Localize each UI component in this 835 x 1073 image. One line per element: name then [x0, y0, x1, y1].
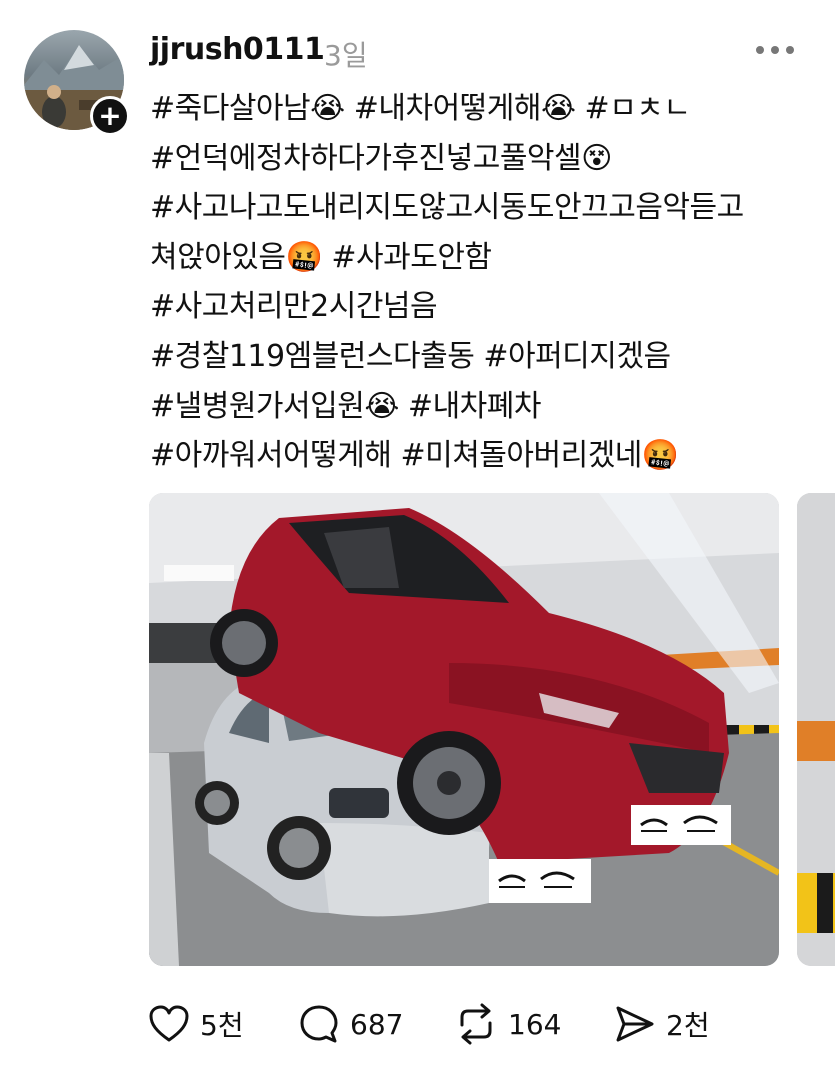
post-text-line: #언덕에정차하다가후진넣고풀악셀😵: [150, 140, 612, 176]
post-text-line: #낼병원가서입원😭 #내차폐차: [150, 388, 541, 424]
post-text-line: #경찰119엠블런스다출동 #아퍼디지겠음: [150, 338, 671, 374]
like-count: 5천: [200, 1009, 244, 1042]
like-button[interactable]: 5천: [148, 1000, 244, 1048]
comment-button[interactable]: 687: [298, 1000, 403, 1048]
avatar-container[interactable]: +: [24, 30, 130, 136]
action-bar: 5천 687 164 2천: [148, 1000, 768, 1048]
post-text-line: #죽다살아남😭 #내차어떻게해😭 #ㅁㅊㄴ: [150, 91, 691, 126]
follow-plus-icon[interactable]: +: [90, 96, 130, 136]
post-timestamp: 3일: [324, 39, 368, 72]
heart-icon: [149, 1005, 189, 1042]
repost-icon: [460, 1003, 492, 1045]
username[interactable]: jjrush0111: [150, 32, 325, 67]
face-sticker: [489, 859, 591, 903]
repost-button[interactable]: 164: [454, 1000, 561, 1048]
more-dots-icon[interactable]: [756, 36, 804, 64]
share-button[interactable]: 2천: [614, 1000, 710, 1048]
post-text-line: #사고처리만2시간넘음: [150, 289, 438, 325]
share-count: 2천: [666, 1009, 710, 1042]
send-icon: [616, 1006, 654, 1042]
face-sticker: [631, 805, 731, 845]
post-text-line: 쳐앉아있음🤬 #사과도안함: [150, 239, 492, 275]
comment-bubble-icon: [300, 1005, 338, 1043]
comment-count: 687: [350, 1007, 404, 1041]
post-text-line: #사고나고도내리지도않고시동도안끄고음악듣고: [150, 190, 744, 226]
post-body: #죽다살아남😭 #내차어떻게해😭 #ㅁㅊㄴ #언덕에정차하다가후진넣고풀악셀😵 …: [150, 84, 810, 481]
post-photo[interactable]: [149, 493, 779, 966]
post-text-line: #아까워서어떻게해 #미쳐돌아버리겠네🤬: [150, 438, 679, 474]
repost-count: 164: [508, 1007, 562, 1041]
post-photo-next[interactable]: [797, 493, 835, 966]
